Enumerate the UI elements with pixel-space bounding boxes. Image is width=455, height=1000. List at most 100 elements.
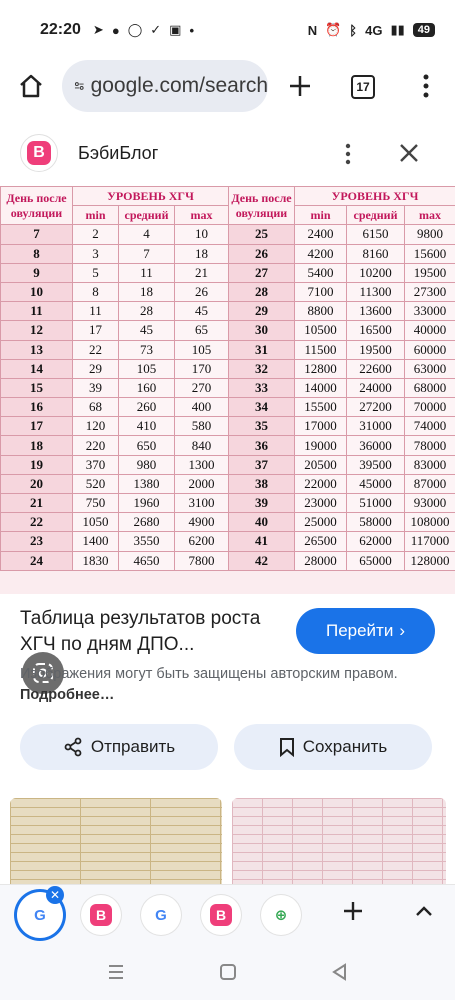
result-image[interactable]: День после овуляции УРОВЕНЬ ХГЧ День пос… [0, 186, 455, 594]
day-cell: 31 [228, 339, 295, 360]
value-cell: 78000 [404, 435, 455, 456]
tab-google[interactable]: G [141, 895, 181, 935]
day-cell: 24 [0, 550, 73, 571]
value-cell: 73 [118, 339, 175, 360]
status-bar: 22:20 ➤ ● ◯ ✓ ▣ • N ⏰ ᛒ 4G ▮▮ 49 [0, 0, 455, 60]
day-cell: 13 [0, 339, 73, 360]
nfc-icon: N [307, 22, 318, 38]
value-cell: 11500 [294, 339, 347, 360]
day-cell: 35 [228, 416, 295, 437]
header-level-left: УРОВЕНЬ ХГЧ [72, 186, 229, 207]
overflow-menu-icon[interactable] [420, 72, 432, 100]
header-level-right: УРОВЕНЬ ХГЧ [294, 186, 455, 207]
value-cell: 39500 [346, 454, 405, 475]
save-button[interactable]: Сохранить [234, 724, 432, 770]
day-cell: 42 [228, 550, 295, 571]
value-cell: 74000 [404, 416, 455, 437]
value-cell: 22 [72, 339, 119, 360]
day-cell: 9 [0, 262, 73, 283]
value-cell: 45 [174, 301, 229, 322]
day-cell: 22 [0, 512, 73, 533]
share-button[interactable]: Отправить [20, 724, 218, 770]
value-cell: 5 [72, 262, 119, 283]
value-cell: 4900 [174, 512, 229, 533]
value-cell: 6200 [174, 531, 229, 552]
chat-bubble-icon: ● [111, 22, 120, 38]
value-cell: 62000 [346, 531, 405, 552]
system-nav-bar [0, 944, 455, 1000]
value-cell: 6150 [346, 224, 405, 245]
value-cell: 40000 [404, 320, 455, 341]
value-cell: 27200 [346, 397, 405, 418]
chevron-up-icon[interactable] [414, 904, 434, 918]
header-day-right: День после овуляции [228, 186, 295, 226]
value-cell: 26 [174, 281, 229, 303]
value-cell: 15600 [404, 243, 455, 264]
signal-icon: ▮▮ [390, 22, 405, 37]
network-type: 4G [365, 22, 383, 38]
home-button[interactable] [16, 71, 46, 101]
back-icon[interactable] [328, 960, 352, 984]
tab-switcher-button[interactable]: 17 [351, 75, 375, 99]
site-logo[interactable]: B [20, 134, 58, 172]
tab-babyblog[interactable]: B [201, 895, 241, 935]
close-tab-icon[interactable]: ✕ [46, 886, 64, 904]
value-cell: 9800 [404, 224, 455, 245]
day-cell: 41 [228, 531, 295, 552]
day-cell: 14 [0, 358, 73, 379]
value-cell: 8800 [294, 301, 347, 322]
babyblog-logo-icon: B [27, 141, 51, 165]
learn-more-link[interactable]: Подробнее… [20, 687, 114, 703]
table-row: 10 8 18 26 28 7100 11300 27300 [0, 281, 455, 303]
header-avg-left: средний [118, 205, 175, 226]
day-cell: 11 [0, 301, 73, 322]
value-cell: 105 [174, 339, 229, 360]
tab-google-plus[interactable]: ⊕ [261, 895, 301, 935]
telegram-icon: ➤ [92, 22, 104, 37]
day-cell: 33 [228, 377, 295, 399]
header-max-left: max [174, 205, 229, 226]
value-cell: 400 [174, 397, 229, 418]
url-bar[interactable]: google.com/search [62, 60, 268, 112]
value-cell: 410 [118, 416, 175, 437]
recents-icon[interactable] [104, 960, 128, 984]
add-tab-icon[interactable] [342, 900, 364, 922]
dot-icon: • [189, 22, 195, 38]
day-cell: 38 [228, 473, 295, 495]
value-cell: 11 [118, 262, 175, 283]
header-min-left: min [72, 205, 119, 226]
value-cell: 220 [72, 435, 119, 456]
value-cell: 83000 [404, 454, 455, 475]
day-cell: 30 [228, 320, 295, 341]
result-title[interactable]: Таблица результатов роста ХГЧ по дням ДП… [20, 606, 280, 658]
value-cell: 650 [118, 435, 175, 456]
value-cell: 370 [72, 454, 119, 475]
day-cell: 8 [0, 243, 73, 264]
more-options-icon[interactable] [342, 142, 354, 166]
home-nav-icon[interactable] [216, 960, 240, 984]
value-cell: 26500 [294, 531, 347, 552]
value-cell: 27300 [404, 281, 455, 303]
related-image-thumbnail[interactable] [232, 798, 446, 884]
browser-toolbar: google.com/search 17 [0, 60, 455, 112]
value-cell: 17000 [294, 416, 347, 437]
related-image-thumbnail[interactable] [10, 798, 222, 884]
copyright-notice: Изображения могут быть защищены авторски… [20, 664, 420, 706]
value-cell: 18 [174, 243, 229, 264]
value-cell: 12800 [294, 358, 347, 379]
value-cell: 7100 [294, 281, 347, 303]
value-cell: 18 [118, 281, 175, 303]
close-icon[interactable] [398, 142, 420, 164]
tab-babyblog[interactable]: B [81, 895, 121, 935]
site-name[interactable]: БэбиБлог [78, 143, 158, 164]
value-cell: 28 [118, 301, 175, 322]
value-cell: 19500 [404, 262, 455, 283]
value-cell: 33000 [404, 301, 455, 322]
table-row: 19 370 980 1300 37 20500 39500 83000 [0, 454, 455, 475]
status-icons-right: N ⏰ ᛒ 4G ▮▮ 49 [308, 22, 435, 38]
visit-button[interactable]: Перейти › [296, 608, 435, 654]
value-cell: 10200 [346, 262, 405, 283]
site-settings-icon[interactable] [74, 75, 85, 97]
new-tab-button[interactable] [286, 72, 314, 100]
value-cell: 19000 [294, 435, 347, 456]
